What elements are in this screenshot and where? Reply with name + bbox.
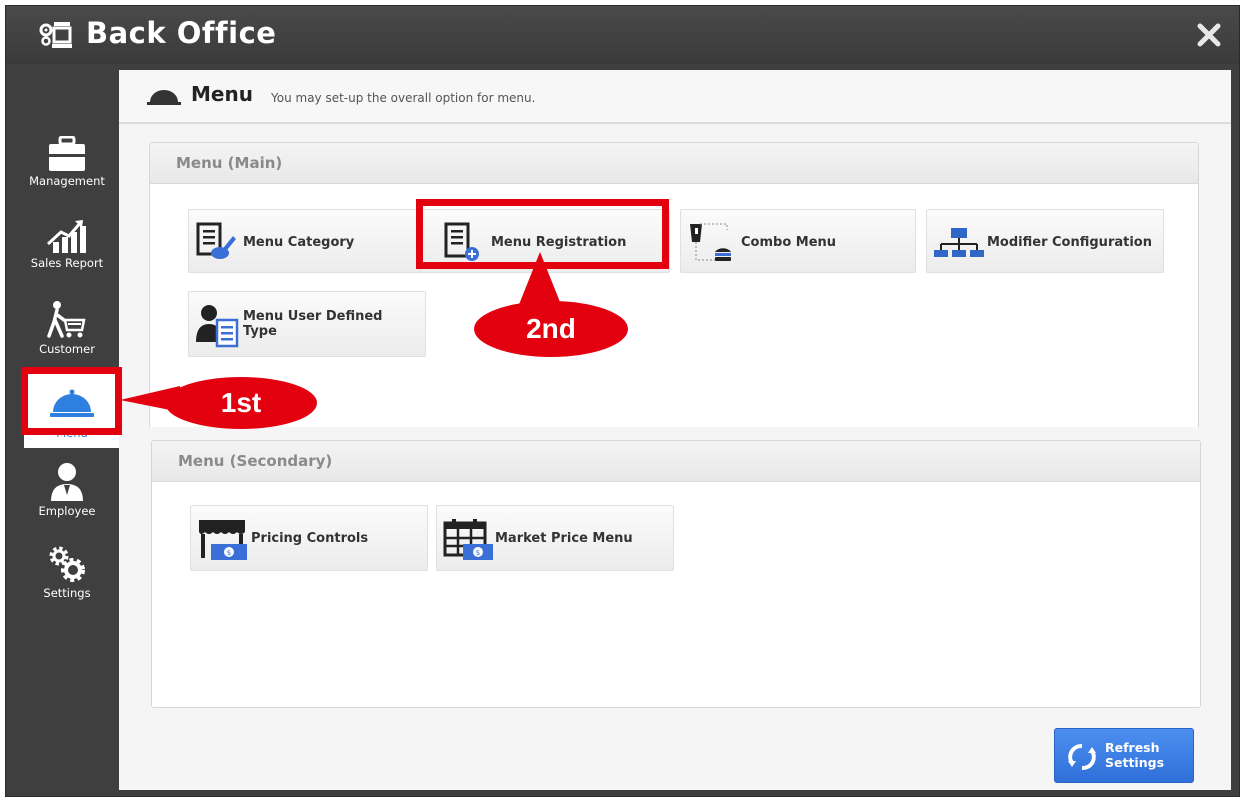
document-add-icon (444, 222, 479, 261)
tile-label-line: Type (243, 324, 277, 339)
market-price-menu-button[interactable]: $ Market Price Menu (436, 505, 674, 571)
tile-label: Market Price Menu (495, 530, 633, 546)
refresh-icon (1068, 744, 1096, 770)
refresh-settings-button[interactable]: Refresh Settings (1054, 728, 1194, 783)
chart-up-icon (47, 220, 86, 253)
menu-user-defined-type-button[interactable]: Menu User Defined Type (188, 291, 426, 357)
sidebar-item-label: Customer (39, 342, 95, 356)
gears-icon (49, 546, 85, 582)
panel-title: Menu (Secondary) (178, 452, 333, 470)
sidebar-item-label: Employee (38, 504, 96, 518)
sidebar-item-label: Menu (56, 426, 88, 440)
panel-menu-secondary: Menu (Secondary) $ Pricing Controls $ Ma… (151, 440, 1201, 708)
drink-burger-icon (690, 223, 731, 261)
sidebar-item-employee[interactable]: Employee (14, 462, 120, 540)
gears-monitor-icon (39, 22, 72, 48)
page-header: Menu You may set-up the overall option f… (119, 70, 1231, 124)
svg-text:$: $ (227, 549, 231, 557)
sidebar-item-label: Management (29, 174, 105, 188)
tile-label-line: Menu User Defined (243, 309, 383, 324)
menu-category-button[interactable]: Menu Category (188, 209, 424, 273)
content-area: Menu You may set-up the overall option f… (119, 70, 1231, 790)
window-title: Back Office (86, 16, 277, 50)
sidebar-item-sales-report[interactable]: Sales Report (14, 218, 120, 296)
sidebar-item-settings[interactable]: Settings (14, 544, 120, 622)
tile-label: Modifier Configuration (987, 234, 1152, 250)
cloche-icon (147, 90, 181, 105)
cloche-icon (50, 389, 94, 417)
tile-label: Pricing Controls (251, 530, 369, 546)
refresh-label: Refresh Settings (1105, 740, 1185, 770)
combo-menu-button[interactable]: Combo Menu (680, 209, 916, 273)
panel-header: Menu (Secondary) (152, 441, 1200, 482)
page-title: Menu (191, 82, 253, 106)
svg-text:$: $ (476, 549, 480, 557)
document-pen-icon (196, 222, 236, 259)
person-icon (51, 463, 83, 501)
calendar-price-icon: $ (443, 519, 493, 560)
sidebar-item-customer[interactable]: Customer (14, 300, 120, 378)
sidebar-item-label: Settings (43, 586, 91, 600)
panel-header: Menu (Main) (150, 143, 1198, 184)
refresh-label-line: Settings (1105, 755, 1165, 770)
sidebar-item-label: Sales Report (30, 256, 104, 270)
shopper-cart-icon (47, 301, 86, 338)
sidebar: Management Sales Report Customer Menu Em… (14, 66, 120, 791)
briefcase-icon (49, 136, 85, 171)
store-price-icon: $ (199, 520, 247, 560)
panel-title: Menu (Main) (176, 154, 283, 172)
callout-first: 1st (165, 377, 317, 429)
title-bar: Back Office (6, 6, 1239, 64)
tile-label: Menu User Defined Type (243, 292, 382, 356)
tile-label: Combo Menu (741, 234, 837, 250)
tile-label: Menu Category (243, 234, 355, 250)
page-subtitle: You may set-up the overall option for me… (271, 91, 536, 105)
sidebar-item-management[interactable]: Management (14, 136, 120, 214)
panel-menu-main: Menu (Main) Menu Category Menu Registrat… (149, 142, 1199, 427)
sidebar-item-menu[interactable]: Menu (24, 372, 120, 448)
close-icon[interactable] (1196, 22, 1222, 48)
pricing-controls-button[interactable]: $ Pricing Controls (190, 505, 428, 571)
refresh-label-line: Refresh (1105, 740, 1160, 755)
modifier-configuration-button[interactable]: Modifier Configuration (926, 209, 1164, 273)
user-document-icon (196, 305, 239, 348)
hierarchy-icon (934, 228, 984, 257)
callout-second: 2nd (474, 301, 628, 357)
